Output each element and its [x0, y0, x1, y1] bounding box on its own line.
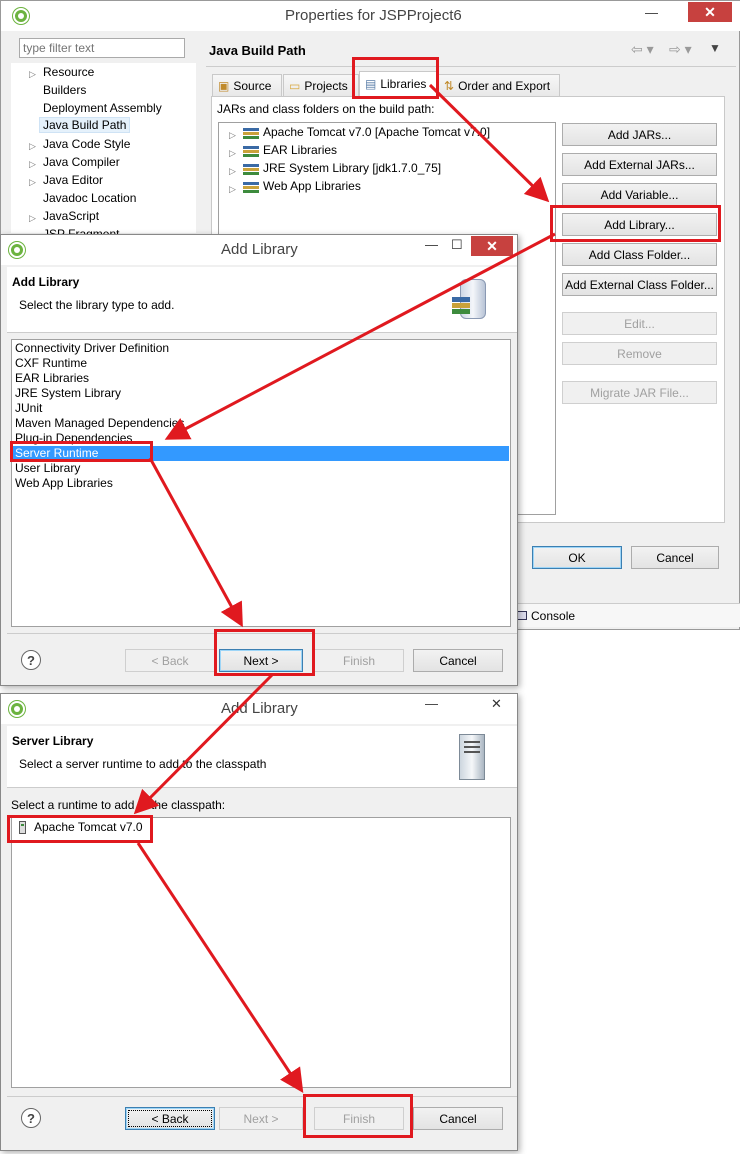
annotation-arrows [133, 83, 556, 1094]
arrow [164, 232, 556, 440]
arrow [428, 83, 550, 203]
arrow [148, 457, 243, 628]
arrow [133, 673, 274, 815]
arrow [136, 842, 304, 1094]
